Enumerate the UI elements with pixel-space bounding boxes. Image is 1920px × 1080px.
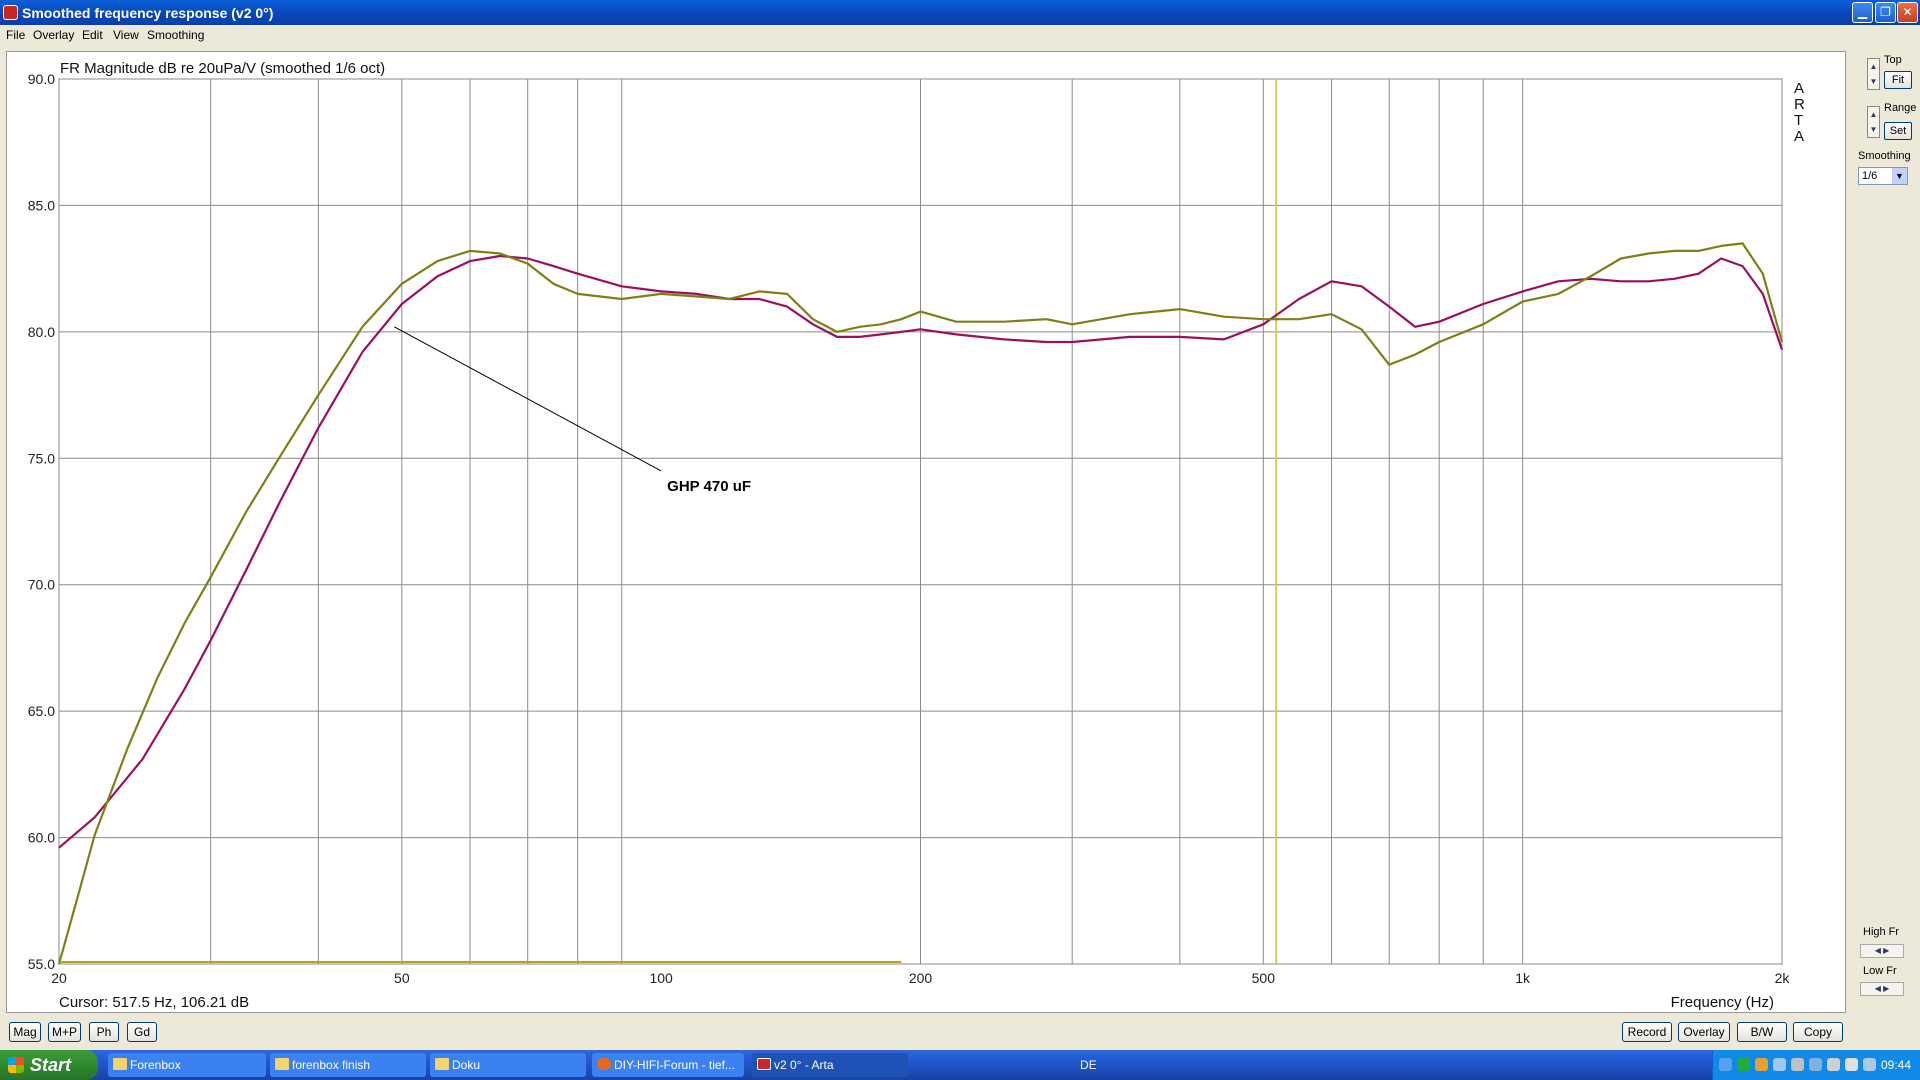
task-label: DIY-HIFI-Forum - tief... bbox=[614, 1058, 735, 1072]
maximize-button[interactable]: ❐ bbox=[1875, 2, 1896, 23]
x-tick-label: 100 bbox=[649, 970, 673, 986]
play-icon[interactable] bbox=[1737, 1058, 1750, 1071]
menu-overlay[interactable]: Overlay bbox=[33, 28, 74, 42]
right-control-panel: ▲ ▼ Top Fit ▲ ▼ Range Set Smoothing 1/6 ▼ … bbox=[1850, 51, 1920, 1013]
cursor-readout: Cursor: 517.5 Hz, 106.21 dB bbox=[59, 994, 249, 1011]
start-button[interactable]: Start bbox=[0, 1050, 98, 1080]
x-tick-label: 2k bbox=[1775, 970, 1791, 986]
range-label: Range bbox=[1884, 102, 1917, 114]
close-button[interactable]: ✕ bbox=[1897, 2, 1918, 23]
folder-icon bbox=[113, 1058, 127, 1070]
x-tick-label: 20 bbox=[51, 970, 67, 986]
high-fr-arrows[interactable]: ◀ ▶ bbox=[1860, 944, 1904, 958]
watermark-letter: A bbox=[1794, 128, 1804, 145]
taskbar-item-arta[interactable]: v2 0° - Arta bbox=[752, 1053, 908, 1077]
taskbar: Start Forenbox forenbox finish Doku DIY-… bbox=[0, 1050, 1920, 1080]
overlay-button[interactable]: Overlay bbox=[1678, 1022, 1730, 1042]
m-plus-p-button[interactable]: M+P bbox=[48, 1022, 81, 1042]
network-icon[interactable] bbox=[1827, 1058, 1840, 1071]
volume-icon[interactable] bbox=[1863, 1058, 1876, 1071]
gd-button[interactable]: Gd bbox=[127, 1022, 157, 1042]
watermark-letter: R bbox=[1794, 96, 1805, 113]
menu-edit[interactable]: Edit bbox=[82, 28, 103, 42]
y-tick-label: 90.0 bbox=[28, 71, 55, 87]
range-spin-arrows[interactable]: ▲ ▼ bbox=[1867, 106, 1880, 138]
x-tick-label: 50 bbox=[394, 970, 410, 986]
task-label: v2 0° - Arta bbox=[774, 1058, 834, 1072]
smoothing-select[interactable]: 1/6 ▼ bbox=[1858, 167, 1908, 185]
system-tray: 09:44 bbox=[1712, 1050, 1920, 1080]
folder-icon bbox=[435, 1058, 449, 1070]
annotation-label: GHP 470 uF bbox=[667, 478, 751, 495]
taskbar-item-diy-hifi-forum[interactable]: DIY-HIFI-Forum - tief... bbox=[592, 1053, 744, 1077]
start-label: Start bbox=[30, 1055, 72, 1075]
x-tick-label: 200 bbox=[909, 970, 933, 986]
watermark-letter: T bbox=[1794, 112, 1803, 129]
menu-bar: File Overlay Edit View Smoothing bbox=[0, 25, 1920, 45]
arta-icon bbox=[757, 1058, 771, 1070]
title-bar: Smoothed frequency response (v2 0°) ▁ ❐ … bbox=[0, 0, 1920, 25]
firefox-icon bbox=[597, 1058, 611, 1070]
tray-app-icon[interactable] bbox=[1845, 1058, 1858, 1071]
high-fr-label: High Fr bbox=[1863, 926, 1900, 938]
clock: 09:44 bbox=[1881, 1058, 1912, 1072]
language-indicator[interactable]: DE bbox=[1080, 1058, 1097, 1072]
y-tick-label: 75.0 bbox=[28, 450, 55, 466]
arta-watermark: ARTA bbox=[1794, 80, 1805, 145]
x-tick-label: 1k bbox=[1515, 970, 1531, 986]
y-tick-label: 60.0 bbox=[28, 830, 55, 846]
top-label: Top bbox=[1884, 54, 1902, 66]
task-label: Doku bbox=[452, 1058, 481, 1072]
mag-button[interactable]: Mag bbox=[9, 1022, 41, 1042]
top-spin-arrows[interactable]: ▲ ▼ bbox=[1867, 58, 1880, 90]
task-label: Forenbox bbox=[130, 1058, 181, 1072]
chart-title: FR Magnitude dB re 20uPa/V (smoothed 1/6… bbox=[60, 60, 385, 77]
window-title: Smoothed frequency response (v2 0°) bbox=[22, 5, 274, 21]
arta-app-icon bbox=[3, 5, 18, 20]
menu-smoothing[interactable]: Smoothing bbox=[147, 28, 204, 42]
low-fr-arrows[interactable]: ◀ ▶ bbox=[1860, 982, 1904, 996]
ph-button[interactable]: Ph bbox=[89, 1022, 119, 1042]
minimize-button[interactable]: ▁ bbox=[1852, 2, 1873, 23]
fit-button[interactable]: Fit bbox=[1884, 71, 1912, 89]
copy-button[interactable]: Copy bbox=[1793, 1022, 1843, 1042]
tray-app-icon[interactable] bbox=[1809, 1058, 1822, 1071]
set-button[interactable]: Set bbox=[1884, 122, 1912, 140]
y-tick-label: 80.0 bbox=[28, 324, 55, 340]
x-axis-label: Frequency (Hz) bbox=[1671, 994, 1774, 1011]
frequency-response-chart[interactable]: 55.060.065.070.075.080.085.090.020 50 100 2… bbox=[7, 52, 1845, 1012]
tray-app-icon[interactable] bbox=[1791, 1058, 1804, 1071]
y-tick-label: 65.0 bbox=[28, 703, 55, 719]
bw-button[interactable]: B/W bbox=[1737, 1022, 1787, 1042]
smoothing-label: Smoothing bbox=[1858, 150, 1911, 162]
watermark-letter: A bbox=[1794, 80, 1804, 97]
task-label: forenbox finish bbox=[292, 1058, 371, 1072]
tray-app-icon[interactable] bbox=[1755, 1058, 1768, 1071]
taskbar-item-doku[interactable]: Doku bbox=[430, 1053, 586, 1077]
menu-file[interactable]: File bbox=[6, 28, 25, 42]
taskbar-item-forenbox-finish[interactable]: forenbox finish bbox=[270, 1053, 426, 1077]
folder-icon bbox=[275, 1058, 289, 1070]
taskbar-item-forenbox[interactable]: Forenbox bbox=[108, 1053, 266, 1077]
chevron-down-icon: ▼ bbox=[1892, 168, 1907, 184]
tray-app-icon[interactable] bbox=[1773, 1058, 1786, 1071]
smoothing-value: 1/6 bbox=[1862, 170, 1878, 182]
low-fr-label: Low Fr bbox=[1863, 965, 1897, 977]
windows-logo-icon bbox=[8, 1057, 24, 1073]
menu-view[interactable]: View bbox=[113, 28, 139, 42]
plot-area[interactable]: 55.0 60.0 65.0 70.0 75.0 80.0 85.0 90.0 20 50 100 2… bbox=[6, 51, 1846, 1013]
record-button[interactable]: Record bbox=[1622, 1022, 1672, 1042]
y-tick-label: 70.0 bbox=[28, 577, 55, 593]
y-tick-label: 85.0 bbox=[28, 197, 55, 213]
bottom-button-bar: Mag M+P Ph Gd Record Overlay B/W Copy bbox=[0, 1017, 1920, 1049]
x-tick-label: 500 bbox=[1252, 970, 1276, 986]
show-hidden-icons-icon[interactable] bbox=[1719, 1058, 1732, 1071]
